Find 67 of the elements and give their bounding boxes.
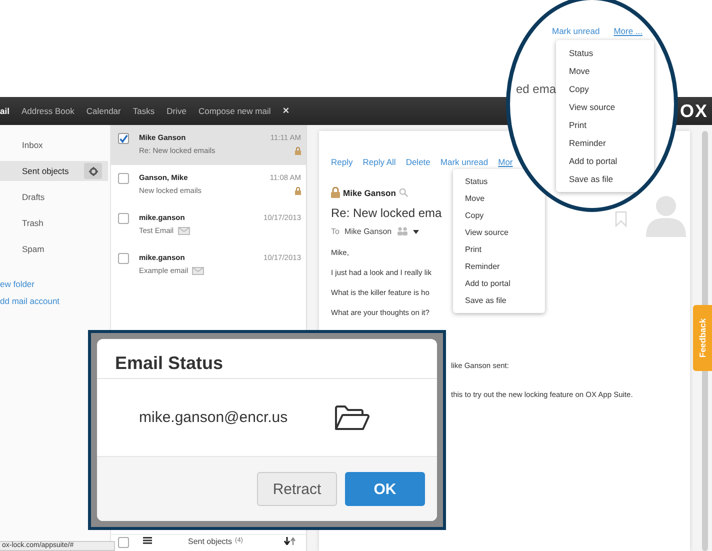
- checkbox[interactable]: [118, 213, 129, 224]
- recipient-name[interactable]: Mike Ganson: [344, 227, 392, 236]
- sidebar-link[interactable]: ew folder: [0, 279, 34, 289]
- menu-item[interactable]: Print: [453, 241, 494, 258]
- nav-tab[interactable]: Compose new mail: [192, 106, 277, 116]
- caret-icon[interactable]: [412, 230, 419, 234]
- checkbox[interactable]: [118, 253, 129, 264]
- open-folder-icon[interactable]: [334, 404, 370, 430]
- mail-action-link[interactable]: Delete: [406, 157, 430, 167]
- mail-action-link[interactable]: More ...: [614, 26, 643, 36]
- ok-button[interactable]: OK: [345, 472, 425, 506]
- people-icon[interactable]: [396, 227, 408, 236]
- close-button[interactable]: ×: [276, 105, 296, 117]
- menu-item[interactable]: Reminder: [453, 258, 512, 275]
- checkbox[interactable]: [118, 133, 129, 144]
- nav-tab[interactable]: Address Book: [15, 106, 80, 116]
- folder-item[interactable]: Trash: [0, 213, 110, 233]
- settings-button[interactable]: [84, 163, 102, 179]
- menu-item[interactable]: Add to portal: [453, 275, 522, 292]
- nav-tab[interactable]: ail: [0, 106, 16, 116]
- retract-button[interactable]: Retract: [257, 472, 337, 506]
- menu-item[interactable]: Reminder: [556, 134, 654, 152]
- menu-item[interactable]: Save as file: [453, 292, 518, 309]
- sender-name[interactable]: Mike Ganson: [343, 188, 396, 198]
- nav-tab[interactable]: Drive: [160, 106, 192, 116]
- nav-tab[interactable]: Tasks: [126, 106, 161, 116]
- folder-item[interactable]: Inbox: [0, 135, 110, 155]
- menu-item[interactable]: View source: [556, 98, 654, 116]
- list-icon[interactable]: [143, 537, 152, 544]
- search-icon[interactable]: [398, 188, 408, 197]
- to-label: To: [331, 227, 340, 236]
- folder-item[interactable]: Spam: [0, 239, 110, 259]
- menu-item[interactable]: Save as file: [556, 170, 654, 188]
- menu-item[interactable]: Move: [453, 190, 497, 207]
- dialog-title: Email Status: [97, 339, 437, 379]
- envelope-icon: [178, 226, 190, 234]
- mail-action-link[interactable]: Mark unread: [440, 157, 488, 167]
- menu-item[interactable]: Copy: [453, 207, 496, 224]
- folder-item[interactable]: Sent objects: [0, 161, 108, 181]
- menu-item[interactable]: Status: [453, 173, 500, 190]
- checkbox[interactable]: [118, 537, 129, 548]
- logo: OX: [680, 100, 708, 122]
- mail-subject: Re: New locked ema: [331, 206, 442, 220]
- folder-name: Sent objects: [188, 537, 232, 546]
- sidebar-link[interactable]: dd mail account: [0, 296, 60, 306]
- mail-action-link[interactable]: Mark unread: [552, 26, 600, 36]
- sort-icon[interactable]: [284, 537, 296, 545]
- nav-tab[interactable]: Calendar: [80, 106, 127, 116]
- lock-icon: [331, 187, 340, 198]
- menu-item[interactable]: Status: [556, 44, 654, 62]
- menu-item[interactable]: Add to portal: [556, 152, 654, 170]
- subject-fragment: ed ema: [516, 82, 556, 96]
- settings-icon: [88, 166, 98, 176]
- bookmark-icon[interactable]: [615, 211, 627, 227]
- checkbox[interactable]: [118, 173, 129, 184]
- menu-item[interactable]: Copy: [556, 80, 654, 98]
- mail-action-link[interactable]: Mor: [498, 157, 513, 167]
- lock-icon: [295, 186, 301, 194]
- envelope-icon: [192, 266, 204, 274]
- folder-item[interactable]: Drafts: [0, 187, 110, 207]
- menu-item[interactable]: Move: [556, 62, 654, 80]
- menu-item[interactable]: Print: [556, 116, 654, 134]
- menu-item[interactable]: View source: [453, 224, 520, 241]
- lock-icon: [295, 146, 301, 154]
- mail-action-link[interactable]: Reply All: [362, 157, 396, 167]
- mail-action-link[interactable]: Reply: [331, 157, 353, 167]
- recipient-email: mike.ganson@encr.us: [139, 409, 288, 426]
